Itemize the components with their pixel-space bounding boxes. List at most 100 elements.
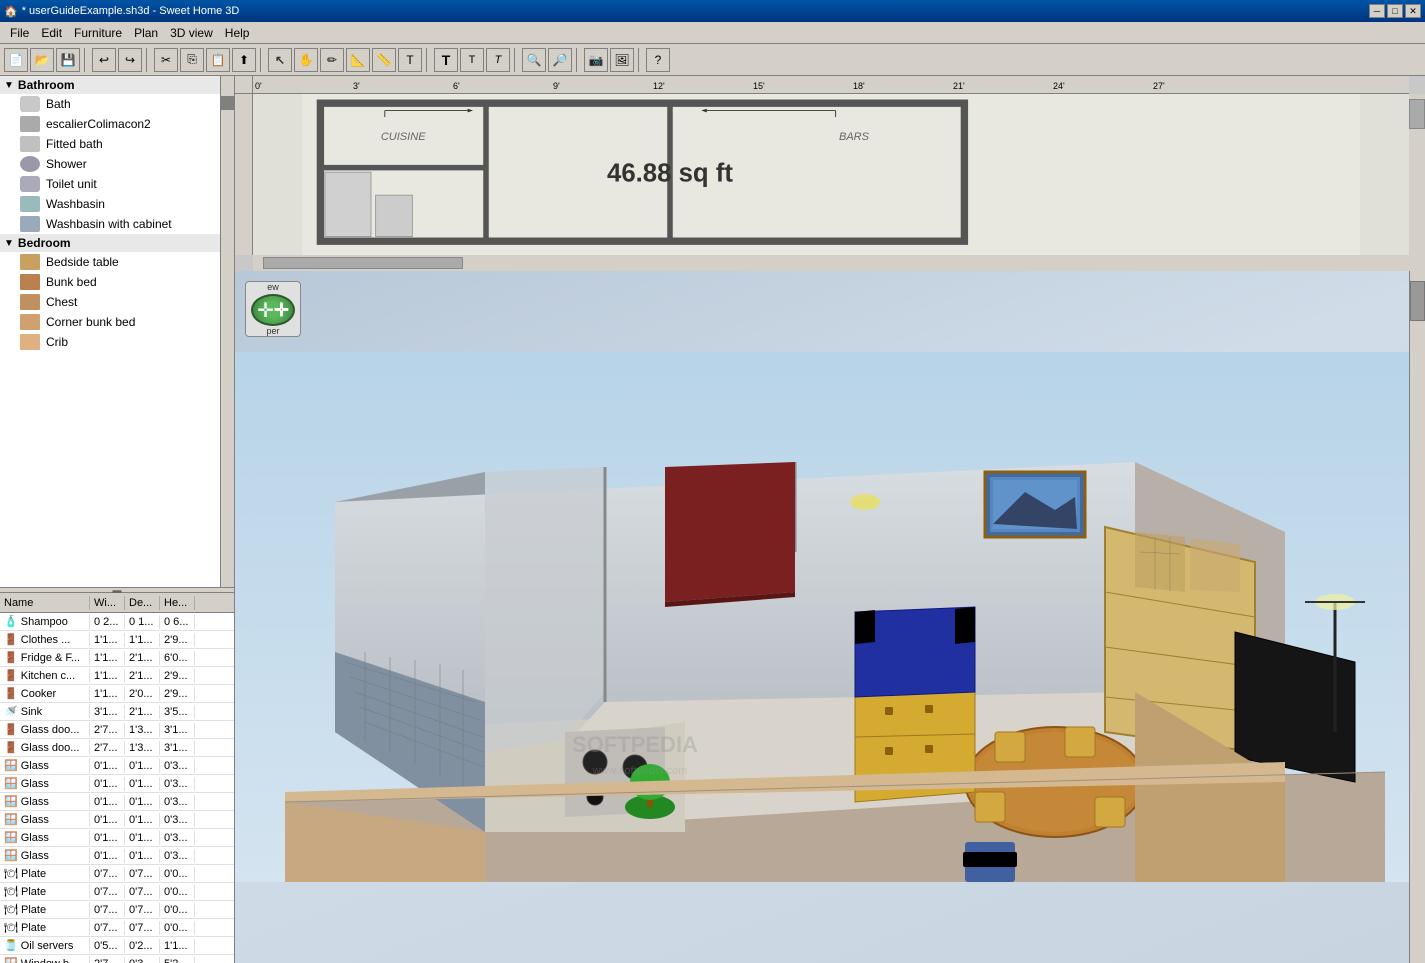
item-bath[interactable]: Bath [0, 94, 220, 114]
svg-text:46.88 sq ft: 46.88 sq ft [607, 159, 733, 187]
select-btn[interactable]: ↖ [268, 48, 292, 72]
import-btn[interactable]: ⬆ [232, 48, 256, 72]
sep1 [84, 48, 88, 72]
table-row[interactable]: 🍽 Plate 0'7... 0'7... 0'0... [0, 883, 234, 901]
menu-bar: File Edit Furniture Plan 3D view Help [0, 22, 1425, 44]
help-btn[interactable]: ? [646, 48, 670, 72]
undo-btn[interactable]: ↩ [92, 48, 116, 72]
text-btn[interactable]: T [398, 48, 422, 72]
save-btn[interactable]: 💾 [56, 48, 80, 72]
menu-edit[interactable]: Edit [35, 24, 68, 42]
svg-text:SOFTPEDIA: SOFTPEDIA [572, 732, 698, 757]
furniture-tree[interactable]: ▼ Bathroom Bath escalierColimacon2 Fitte… [0, 76, 220, 587]
table-row[interactable]: 🪟 Glass 0'1... 0'1... 0'3... [0, 775, 234, 793]
item-fitted-bath[interactable]: Fitted bath [0, 134, 220, 154]
item-toilet[interactable]: Toilet unit [0, 174, 220, 194]
view3d-scrollbar-v[interactable] [1409, 271, 1425, 963]
table-row[interactable]: 🪟 Glass 0'1... 0'1... 0'3... [0, 757, 234, 775]
col-width: Wi... [90, 596, 125, 610]
table-row[interactable]: 🚿 Sink 3'1... 2'1... 3'5... [0, 703, 234, 721]
new-btn[interactable]: 📄 [4, 48, 28, 72]
table-row[interactable]: 🍽 Plate 0'7... 0'7... 0'0... [0, 865, 234, 883]
toilet-icon [20, 176, 40, 192]
textB-btn[interactable]: T [460, 48, 484, 72]
sep3 [260, 48, 264, 72]
plan-view[interactable]: 0' 3' 6' 9' 12' 15' 18' 21' 24' 27' [235, 76, 1425, 271]
pan-btn[interactable]: ✋ [294, 48, 318, 72]
menu-file[interactable]: File [4, 24, 35, 42]
minimize-btn[interactable]: ─ [1369, 4, 1385, 18]
ruler-horizontal: 0' 3' 6' 9' 12' 15' 18' 21' 24' 27' [253, 76, 1409, 94]
table-header: Name Wi... De... He... [0, 593, 234, 613]
maximize-btn[interactable]: □ [1387, 4, 1403, 18]
sep7 [638, 48, 642, 72]
textC-btn[interactable]: T [486, 48, 510, 72]
table-row[interactable]: 🪟 Glass 0'1... 0'1... 0'3... [0, 793, 234, 811]
item-washbasin[interactable]: Washbasin [0, 194, 220, 214]
furniture-table[interactable]: 🧴 Shampoo 0 2... 0 1... 0 6... 🚪 Clothes… [0, 613, 234, 963]
house-3d-svg: SOFTPEDIA www.softpedia.com [235, 271, 1425, 963]
table-row[interactable]: 🚪 Kitchen c... 1'1... 2'1... 2'9... [0, 667, 234, 685]
table-row[interactable]: 🫙 Oil servers 0'5... 0'2... 1'1... [0, 937, 234, 955]
draw3-btn[interactable]: 📏 [372, 48, 396, 72]
menu-help[interactable]: Help [219, 24, 256, 42]
table-row[interactable]: 🍽 Plate 0'7... 0'7... 0'0... [0, 901, 234, 919]
table-row[interactable]: 🪟 Glass 0'1... 0'1... 0'3... [0, 811, 234, 829]
table-row[interactable]: 🚪 Fridge & F... 1'1... 2'1... 6'0... [0, 649, 234, 667]
table-row[interactable]: 🪟 Glass 0'1... 0'1... 0'3... [0, 847, 234, 865]
expand-icon-bedroom: ▼ [4, 238, 14, 249]
table-row[interactable]: 🚪 Glass doo... 2'7... 1'3... 3'1... [0, 739, 234, 757]
menu-3dview[interactable]: 3D view [164, 24, 219, 42]
view-3d[interactable]: ew ✛ per [235, 271, 1425, 963]
item-washbasin-cabinet[interactable]: Washbasin with cabinet [0, 214, 220, 234]
washbasin-icon [20, 196, 40, 212]
redo-btn[interactable]: ↪ [118, 48, 142, 72]
item-shower[interactable]: Shower [0, 154, 220, 174]
zoom-in-btn[interactable]: 🔍 [522, 48, 546, 72]
copy-btn[interactable]: ⎘ [180, 48, 204, 72]
plan-svg: CUISINE BARS 46.88 sq ft [253, 94, 1409, 255]
crib-icon [20, 334, 40, 350]
nav-label: ew [267, 282, 279, 292]
item-corner-bunk[interactable]: Corner bunk bed [0, 312, 220, 332]
menu-furniture[interactable]: Furniture [68, 24, 128, 42]
item-bedside-table[interactable]: Bedside table [0, 252, 220, 272]
paste-btn[interactable]: 📋 [206, 48, 230, 72]
item-escalier[interactable]: escalierColimacon2 [0, 114, 220, 134]
video-btn[interactable]: 🖼 [610, 48, 634, 72]
photo-btn[interactable]: 📷 [584, 48, 608, 72]
table-row[interactable]: 🚪 Cooker 1'1... 2'0... 2'9... [0, 685, 234, 703]
table-row[interactable]: 🧴 Shampoo 0 2... 0 1... 0 6... [0, 613, 234, 631]
close-btn[interactable]: ✕ [1405, 4, 1421, 18]
item-chest[interactable]: Chest [0, 292, 220, 312]
navigation-controls[interactable]: ew ✛ per [245, 281, 297, 333]
bath-icon [20, 96, 40, 112]
table-row[interactable]: 🚪 Glass doo... 2'7... 1'3... 3'1... [0, 721, 234, 739]
chest-icon [20, 294, 40, 310]
table-row[interactable]: 🪟 Window b... 2'7... 0'3... 5'2... [0, 955, 234, 963]
item-bunk-bed[interactable]: Bunk bed [0, 272, 220, 292]
category-bedroom[interactable]: ▼ Bedroom [0, 234, 220, 252]
textA-btn[interactable]: T [434, 48, 458, 72]
tree-scrollbar[interactable] [220, 76, 234, 587]
draw-btn[interactable]: ✏ [320, 48, 344, 72]
title-bar: 🏠 * userGuideExample.sh3d - Sweet Home 3… [0, 0, 1425, 22]
draw2-btn[interactable]: 📐 [346, 48, 370, 72]
plan-scrollbar-horizontal[interactable] [253, 255, 1409, 271]
table-row[interactable]: 🍽 Plate 0'7... 0'7... 0'0... [0, 919, 234, 937]
plan-scrollbar-vertical[interactable] [1409, 94, 1425, 255]
menu-plan[interactable]: Plan [128, 24, 164, 42]
table-row[interactable]: 🪟 Glass 0'1... 0'1... 0'3... [0, 829, 234, 847]
open-btn[interactable]: 📂 [30, 48, 54, 72]
plan-canvas[interactable]: CUISINE BARS 46.88 sq ft [253, 94, 1409, 255]
nav-compass[interactable]: ✛ [251, 294, 295, 326]
zoom-out-btn[interactable]: 🔎 [548, 48, 572, 72]
cut-btn[interactable]: ✂ [154, 48, 178, 72]
table-row[interactable]: 🚪 Clothes ... 1'1... 1'1... 2'9... [0, 631, 234, 649]
col-depth: De... [125, 596, 160, 610]
compass-cross: ✛ [274, 300, 289, 321]
ruler-corner [235, 76, 253, 94]
category-bathroom[interactable]: ▼ Bathroom [0, 76, 220, 94]
item-crib[interactable]: Crib [0, 332, 220, 352]
sep5 [514, 48, 518, 72]
